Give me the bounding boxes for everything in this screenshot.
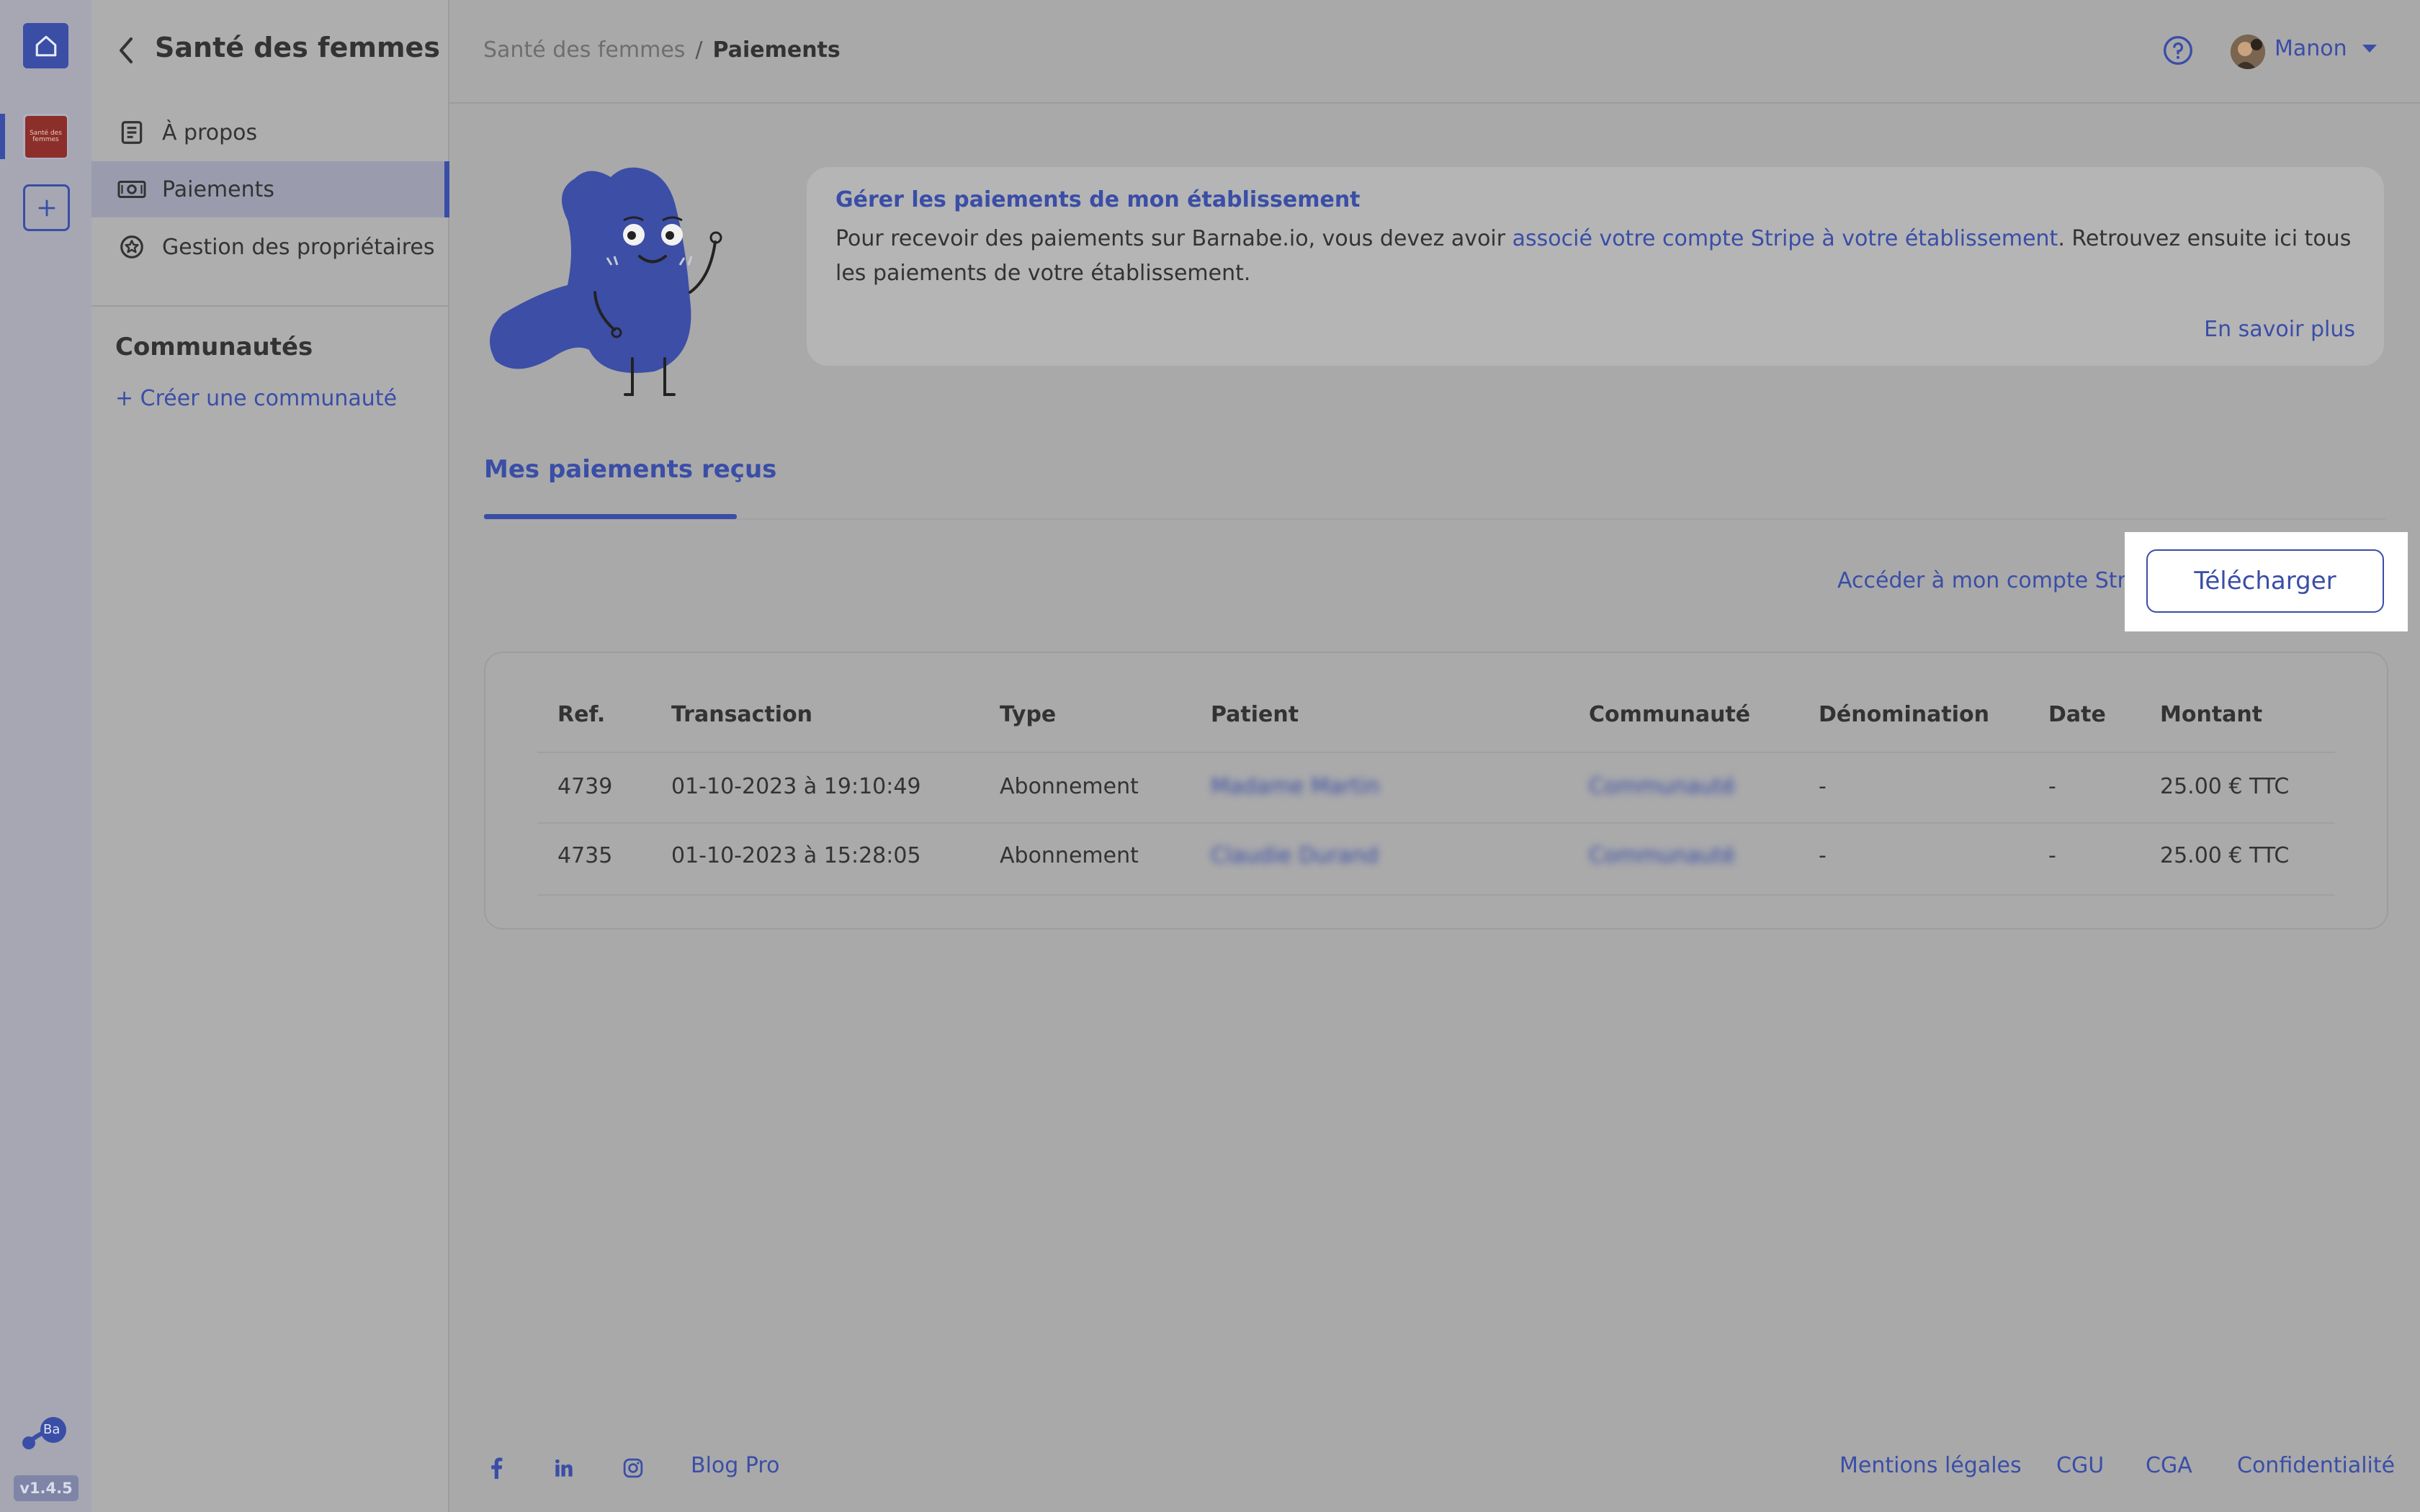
column-header-patient: Patient: [1211, 702, 1299, 727]
column-header-denomination: Dénomination: [1819, 702, 1989, 727]
legal-notice-link[interactable]: Mentions légales: [1839, 1453, 2022, 1478]
cell-ref: 4739: [557, 774, 613, 799]
linkedin-icon[interactable]: [552, 1456, 576, 1480]
cga-link[interactable]: CGA: [2146, 1453, 2192, 1478]
download-button[interactable]: Télécharger: [2146, 549, 2384, 613]
cell-amount: 25.00 € TTC: [2160, 774, 2290, 799]
privacy-link[interactable]: Confidentialité: [2237, 1453, 2395, 1478]
org-logo: Santé des femmes: [24, 115, 67, 158]
payments-table: Ref. Transaction Type Patient Communauté…: [484, 652, 2388, 930]
cell-denomination: -: [1819, 843, 1827, 868]
info-card: Gérer les paiements de mon établissement…: [807, 167, 2384, 366]
sidebar-item-label: À propos: [162, 120, 258, 145]
create-community-link[interactable]: + Créer une communauté: [115, 386, 397, 411]
info-text-before: Pour recevoir des paiements sur Barnabe.…: [835, 226, 1512, 251]
app-rail: Santé des femmes Ba v1.4.5: [0, 0, 91, 1512]
cell-community-link[interactable]: Communauté: [1589, 774, 1735, 799]
row-divider: [537, 822, 2335, 824]
document-icon: [116, 117, 148, 148]
home-button[interactable]: [23, 23, 68, 68]
sidebar-divider: [91, 305, 448, 307]
cell-date: -: [2048, 774, 2056, 799]
home-icon: [35, 35, 56, 56]
plus-icon: [38, 199, 55, 216]
back-button[interactable]: [112, 33, 140, 68]
sidebar-item-gestion-proprietaires[interactable]: Gestion des propriétaires: [91, 219, 448, 275]
table-header-divider: [537, 752, 2335, 753]
breadcrumb: Santé des femmes / Paiements: [483, 37, 841, 63]
column-header-ref: Ref.: [557, 702, 606, 727]
blog-link[interactable]: Blog Pro: [691, 1453, 779, 1478]
cell-transaction: 01-10-2023 à 15:28:05: [671, 843, 921, 868]
cell-type: Abonnement: [1000, 843, 1139, 868]
cell-transaction: 01-10-2023 à 19:10:49: [671, 774, 921, 799]
mascot-illustration: [481, 163, 769, 400]
footer: Blog Pro Mentions légales CGU CGA Confid…: [484, 1453, 2395, 1485]
sidebar-item-label: Gestion des propriétaires: [162, 234, 435, 260]
info-title: Gérer les paiements de mon établissement: [835, 187, 1361, 212]
communities-title: Communautés: [115, 333, 313, 361]
help-button[interactable]: [2162, 35, 2194, 66]
badge-icon: [116, 231, 148, 263]
row-divider: [537, 894, 2335, 896]
tab-payments-received[interactable]: Mes paiements reçus: [484, 455, 776, 484]
brand-logo[interactable]: Ba: [20, 1416, 72, 1452]
column-header-transaction: Transaction: [671, 702, 813, 727]
cell-ref: 4735: [557, 843, 613, 868]
cell-date: -: [2048, 843, 2056, 868]
cell-amount: 25.00 € TTC: [2160, 843, 2290, 868]
org-switch-button[interactable]: Santé des femmes: [23, 114, 68, 159]
tab-divider: [484, 518, 2385, 520]
stripe-association-link[interactable]: associé votre compte Stripe à votre étab…: [1512, 226, 2058, 251]
brand-logo-text: Ba: [43, 1422, 60, 1437]
sidebar: Santé des femmes À propos Paiements Gest…: [91, 0, 449, 1512]
top-bar: Santé des femmes / Paiements Manon: [449, 0, 2420, 104]
sidebar-item-a-propos[interactable]: À propos: [91, 104, 448, 161]
user-menu-name[interactable]: Manon: [2275, 36, 2347, 61]
chevron-left-icon: [120, 37, 133, 63]
sidebar-title: Santé des femmes: [155, 32, 440, 63]
column-header-date: Date: [2048, 702, 2106, 727]
cell-patient-link[interactable]: Claudie Durand: [1211, 843, 1379, 868]
stripe-account-link[interactable]: Accéder à mon compte Stripe: [1837, 568, 2159, 593]
breadcrumb-separator: /: [695, 37, 703, 63]
sidebar-item-paiements[interactable]: Paiements: [91, 161, 449, 217]
banknote-icon: [116, 174, 148, 205]
cell-denomination: -: [1819, 774, 1827, 799]
cell-community-link[interactable]: Communauté: [1589, 843, 1735, 868]
instagram-icon[interactable]: [621, 1456, 645, 1480]
cell-type: Abonnement: [1000, 774, 1139, 799]
download-highlight: Télécharger: [2125, 532, 2408, 631]
sidebar-item-label: Paiements: [162, 176, 275, 202]
column-header-community: Communauté: [1589, 702, 1751, 727]
rail-active-indicator: [0, 114, 5, 159]
breadcrumb-item-org[interactable]: Santé des femmes: [483, 37, 685, 63]
help-icon: [2164, 36, 2192, 65]
version-badge: v1.4.5: [14, 1475, 79, 1501]
add-org-button[interactable]: [23, 184, 70, 231]
info-text: Pour recevoir des paiements sur Barnabe.…: [835, 222, 2355, 291]
learn-more-link[interactable]: En savoir plus: [2204, 317, 2355, 342]
avatar[interactable]: [2231, 35, 2265, 69]
column-header-type: Type: [1000, 702, 1057, 727]
cgu-link[interactable]: CGU: [2056, 1453, 2104, 1478]
breadcrumb-item-current: Paiements: [712, 37, 841, 63]
cell-patient-link[interactable]: Madame Martin: [1211, 774, 1380, 799]
chevron-down-icon[interactable]: [2362, 45, 2377, 53]
facebook-icon[interactable]: [484, 1456, 508, 1480]
tab-active-indicator: [484, 514, 737, 519]
column-header-amount: Montant: [2160, 702, 2263, 727]
sidebar-header: Santé des femmes: [91, 0, 448, 102]
